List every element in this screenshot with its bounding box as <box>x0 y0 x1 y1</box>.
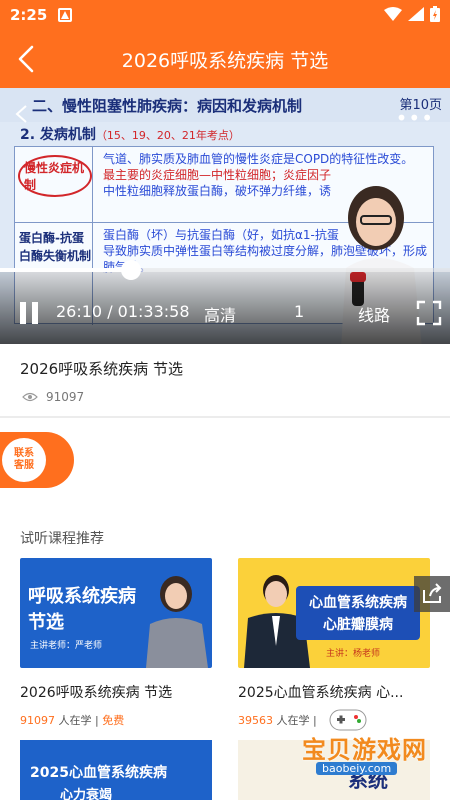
gamepad-icon <box>329 709 367 731</box>
video-controls: 26:10 / 01:33:58 高清 1 线路 <box>0 260 450 344</box>
share-button[interactable] <box>414 576 450 612</box>
slide-subtitle: 2. 发病机制（15、19、20、21年考点） <box>20 127 240 143</box>
time-display: 26:10 / 01:33:58 <box>56 302 190 321</box>
notification-icon <box>58 8 72 22</box>
back-icon[interactable] <box>10 42 44 76</box>
slide-title: 二、慢性阻塞性肺疾病：病因和发病机制 <box>32 97 303 115</box>
view-count: 91097 <box>22 390 84 404</box>
status-icons <box>384 6 440 22</box>
wifi-icon <box>384 7 402 21</box>
status-time: 2:25 <box>10 6 48 24</box>
video-player[interactable]: 二、慢性阻塞性肺疾病：病因和发病机制 第10页 ••• 2. 发病机制（15、1… <box>0 88 450 344</box>
progress-knob[interactable] <box>120 260 141 280</box>
contact-service-label: 联系客服 <box>14 448 34 471</box>
status-bar: 2:25 <box>0 0 450 30</box>
divider <box>0 416 450 418</box>
top-bar: 2026呼吸系统疾病 节选 <box>0 30 450 88</box>
slide-header: 二、慢性阻塞性肺疾病：病因和发病机制 第10页 <box>0 88 450 122</box>
course-card-title[interactable]: 2025心血管系统疾病 心... <box>238 682 428 702</box>
contact-service-button[interactable]: 联系客服 <box>0 432 74 488</box>
quality-button[interactable]: 高清 <box>204 302 236 326</box>
course-card-title[interactable]: 2026呼吸系统疾病 节选 <box>20 682 216 702</box>
course-title: 2026呼吸系统疾病 节选 <box>20 360 183 378</box>
free-badge: 免费 <box>98 714 125 727</box>
more-options-icon[interactable]: ••• <box>396 106 434 130</box>
course-card-thumbnail[interactable]: 2025心血管系统疾病 心力衰竭 <box>20 740 212 800</box>
course-card-thumbnail[interactable]: 呼吸系统疾病 节选 主讲老师：严老师 <box>20 558 212 668</box>
slide-row-label: 蛋白酶-抗蛋白酶失衡机制 <box>19 231 92 263</box>
route-button[interactable]: 线路 <box>358 302 390 326</box>
speed-button[interactable]: 1 <box>294 302 304 321</box>
slide-subtitle-note: （15、19、20、21年考点） <box>95 129 240 142</box>
progress-fill <box>0 268 131 272</box>
page-title: 2026呼吸系统疾病 节选 <box>121 50 329 72</box>
eye-icon <box>22 392 38 402</box>
course-card-thumbnail[interactable]: 心血管系统疾病 心脏瓣膜病 主讲：杨老师 <box>238 558 430 668</box>
pause-icon[interactable] <box>18 302 40 324</box>
section-title: 试听课程推荐 <box>20 531 104 547</box>
video-back-icon[interactable] <box>14 104 28 124</box>
site-watermark: 宝贝游戏网 baobeiy.com <box>276 706 450 800</box>
battery-icon <box>430 6 440 22</box>
teacher-figure <box>146 576 208 668</box>
share-icon <box>423 583 442 603</box>
course-card-stats: 91097 人在学 | 免费 <box>20 714 125 727</box>
fullscreen-icon[interactable] <box>416 300 442 326</box>
slide-row-label: 慢性炎症机制 <box>18 155 92 197</box>
signal-icon <box>408 7 424 21</box>
view-count-value: 91097 <box>46 390 85 404</box>
